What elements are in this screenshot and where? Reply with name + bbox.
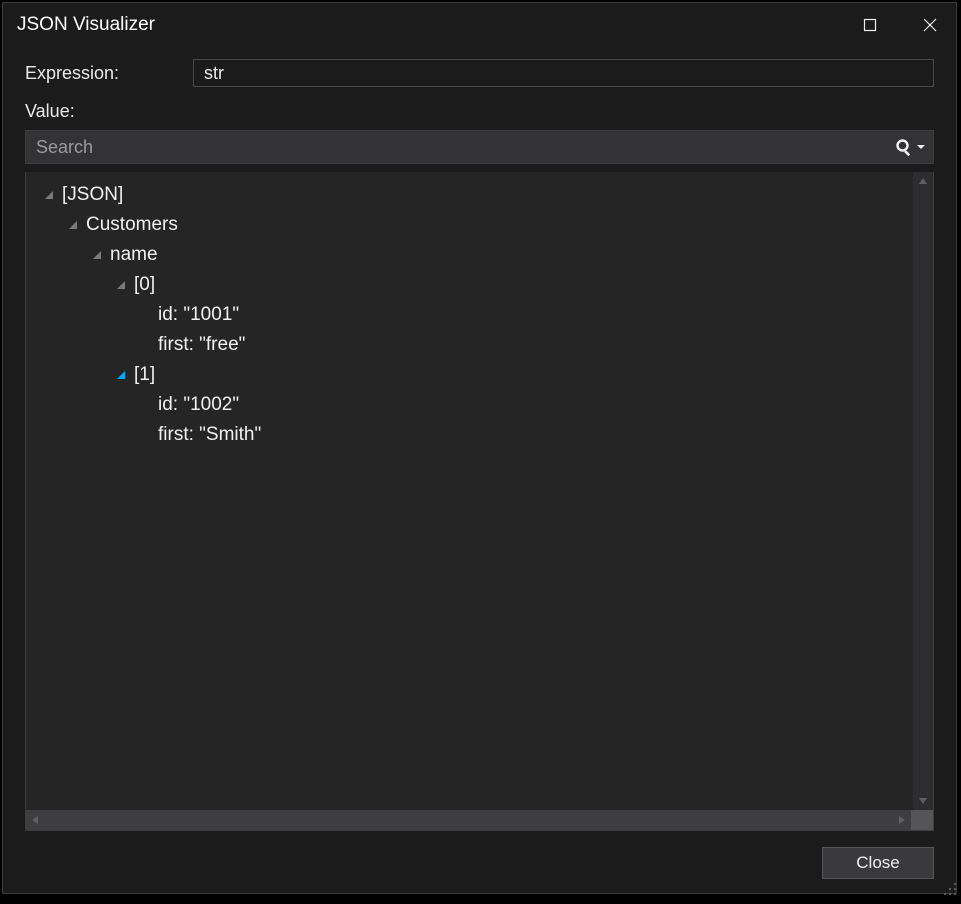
expression-input[interactable] bbox=[193, 59, 934, 87]
chevron-down-icon bbox=[917, 143, 925, 151]
tree-node-customers[interactable]: Customers bbox=[28, 210, 911, 240]
value-label: Value: bbox=[25, 101, 934, 122]
tree-leaf[interactable]: first: "Smith" bbox=[28, 420, 911, 450]
expander-icon[interactable] bbox=[88, 246, 106, 264]
window-title: JSON Visualizer bbox=[17, 14, 155, 36]
tree-leaf[interactable]: id: "1001" bbox=[28, 300, 911, 330]
scrollbar-corner bbox=[911, 810, 933, 830]
expander-icon[interactable] bbox=[64, 216, 82, 234]
maximize-icon bbox=[862, 17, 878, 33]
close-button[interactable]: Close bbox=[822, 847, 934, 879]
tree-leaf-label: id: "1001" bbox=[158, 304, 239, 326]
search-icon bbox=[895, 138, 913, 156]
close-window-button[interactable] bbox=[914, 9, 946, 41]
tree-node-label: Customers bbox=[86, 214, 178, 236]
tree-node-label: [JSON] bbox=[62, 184, 123, 206]
tree-view[interactable]: [JSON] Customers name [0] bbox=[26, 172, 913, 810]
value-tree-panel: [JSON] Customers name [0] bbox=[25, 172, 934, 831]
tree-leaf-label: first: "free" bbox=[158, 334, 245, 356]
tree-leaf[interactable]: first: "free" bbox=[28, 330, 911, 360]
maximize-button[interactable] bbox=[854, 9, 886, 41]
search-input[interactable] bbox=[36, 137, 895, 158]
expander-icon[interactable] bbox=[112, 366, 130, 384]
tree-leaf[interactable]: id: "1002" bbox=[28, 390, 911, 420]
search-dropdown-button[interactable] bbox=[895, 138, 925, 156]
expander-icon[interactable] bbox=[112, 276, 130, 294]
horizontal-scrollbar[interactable] bbox=[26, 810, 933, 830]
tree-node-name[interactable]: name bbox=[28, 240, 911, 270]
scroll-left-icon[interactable] bbox=[26, 810, 44, 830]
scroll-down-icon[interactable] bbox=[913, 792, 933, 810]
expression-label: Expression: bbox=[25, 63, 193, 84]
expander-icon[interactable] bbox=[40, 186, 58, 204]
json-visualizer-window: JSON Visualizer Expression: Value: bbox=[2, 2, 957, 894]
tree-node-label: [1] bbox=[134, 364, 155, 386]
scroll-track[interactable] bbox=[913, 190, 933, 792]
tree-node-label: name bbox=[110, 244, 158, 266]
tree-node-root[interactable]: [JSON] bbox=[28, 180, 911, 210]
scroll-track[interactable] bbox=[44, 810, 893, 830]
scroll-right-icon[interactable] bbox=[893, 810, 911, 830]
close-icon bbox=[922, 17, 938, 33]
tree-leaf-label: id: "1002" bbox=[158, 394, 239, 416]
tree-leaf-label: first: "Smith" bbox=[158, 424, 261, 446]
tree-node-label: [0] bbox=[134, 274, 155, 296]
title-bar: JSON Visualizer bbox=[3, 3, 956, 47]
tree-node-item-1[interactable]: [1] bbox=[28, 360, 911, 390]
tree-node-item-0[interactable]: [0] bbox=[28, 270, 911, 300]
scroll-up-icon[interactable] bbox=[913, 172, 933, 190]
vertical-scrollbar[interactable] bbox=[913, 172, 933, 810]
search-bar bbox=[25, 130, 934, 164]
